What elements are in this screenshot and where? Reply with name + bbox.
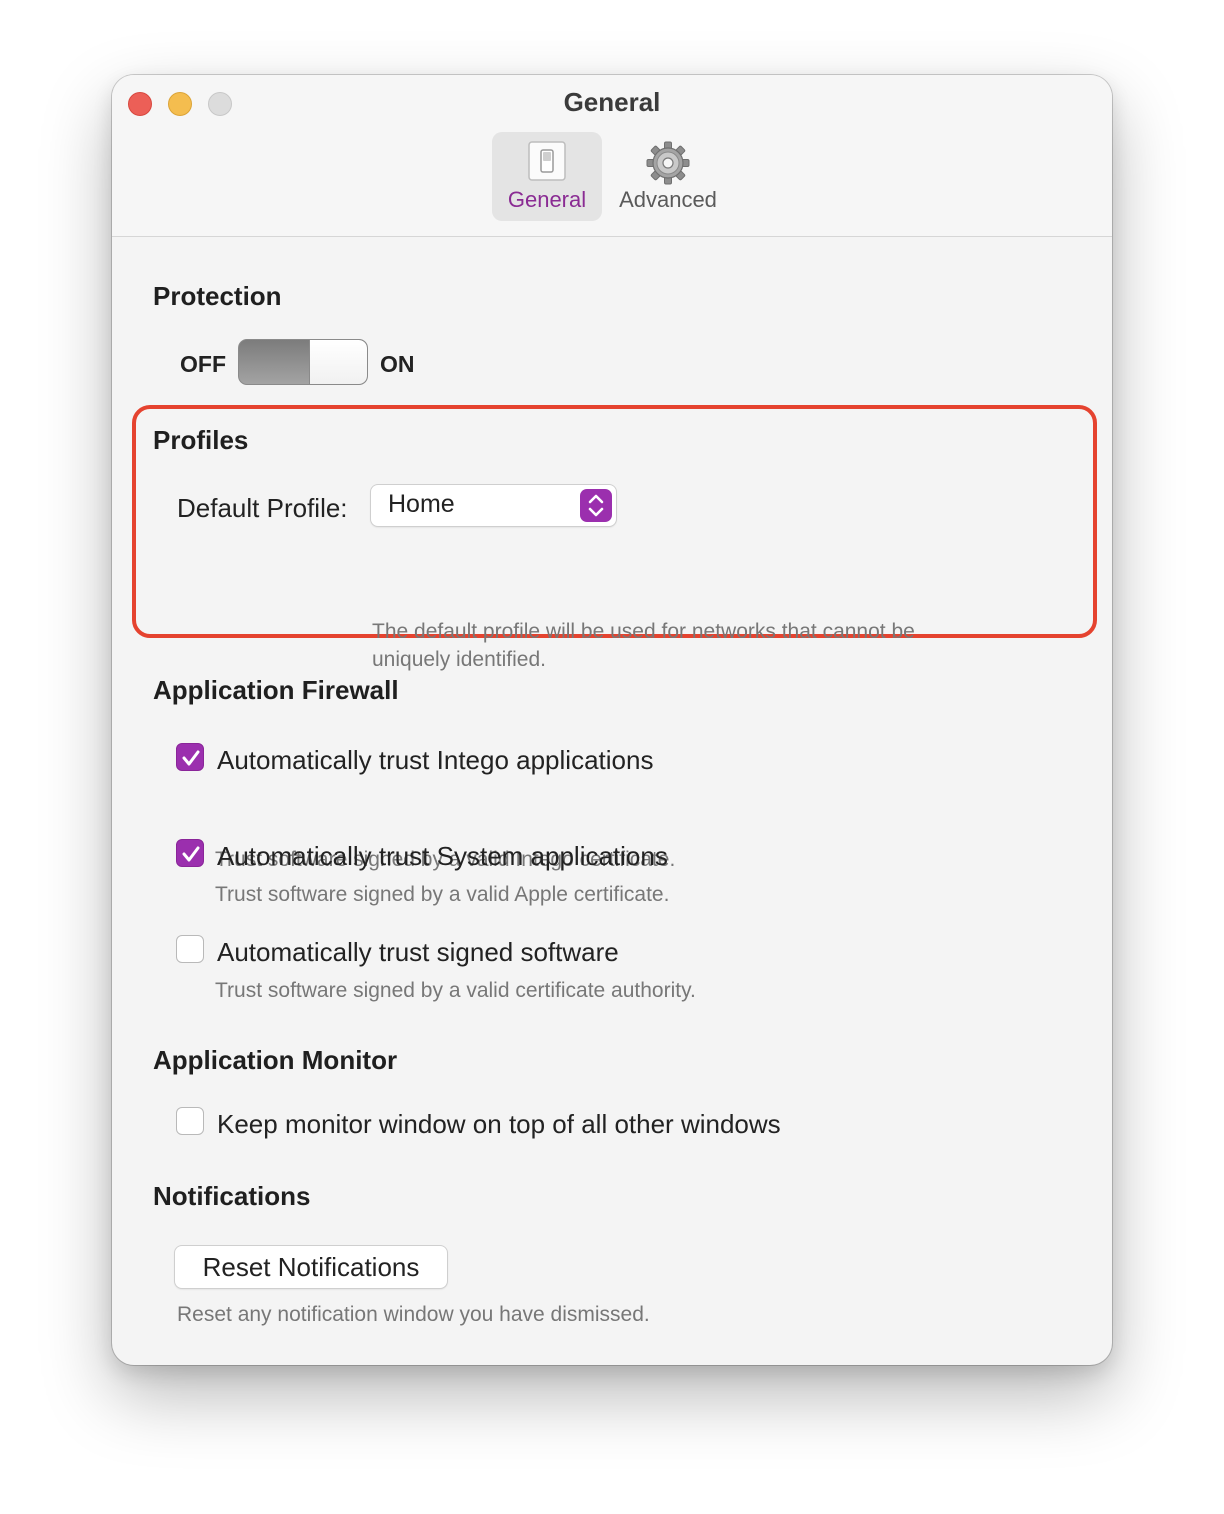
monitor-heading: Application Monitor xyxy=(153,1045,398,1075)
reset-notifications-button[interactable]: Reset Notifications xyxy=(175,1246,447,1288)
protection-heading: Protection xyxy=(153,281,282,311)
default-profile-select[interactable]: Home xyxy=(371,485,616,526)
tab-advanced[interactable]: Advanced xyxy=(612,132,724,221)
tab-general-label: General xyxy=(507,187,587,212)
tab-advanced-label: Advanced xyxy=(619,187,717,212)
gear-icon xyxy=(645,140,691,191)
switch-knob xyxy=(309,340,367,384)
monitor-on-top-checkbox[interactable] xyxy=(176,1107,204,1135)
checkmark-icon xyxy=(182,846,200,862)
window-title: General xyxy=(563,87,661,117)
trust-signed-checkbox[interactable] xyxy=(176,935,204,963)
tab-general[interactable]: General xyxy=(492,132,602,221)
switch-on-label: ON xyxy=(380,351,415,377)
preferences-window: General General Advanced Protection OFF … xyxy=(112,75,1112,1365)
trust-system-checkbox[interactable] xyxy=(176,839,204,867)
trust-system-label[interactable]: Automatically trust System applications xyxy=(217,841,668,872)
title-bar: General General Advanced xyxy=(112,75,1112,237)
default-profile-label: Default Profile: xyxy=(177,493,348,523)
monitor-on-top-label[interactable]: Keep monitor window on top of all other … xyxy=(217,1109,781,1140)
trust-signed-description: Trust software signed by a valid certifi… xyxy=(215,979,696,1002)
notifications-description: Reset any notification window you have d… xyxy=(177,1303,650,1326)
trust-intego-label[interactable]: Automatically trust Intego applications xyxy=(217,745,653,776)
profiles-description-line2: uniquely identified. xyxy=(372,648,546,671)
default-profile-value: Home xyxy=(388,490,455,518)
notifications-heading: Notifications xyxy=(153,1181,311,1211)
chevron-updown-icon xyxy=(580,489,612,522)
checkmark-icon xyxy=(182,750,200,766)
trust-signed-label[interactable]: Automatically trust signed software xyxy=(217,937,619,968)
switch-icon xyxy=(527,140,567,187)
trust-system-description: Trust software signed by a valid Apple c… xyxy=(215,883,670,906)
protection-switch[interactable] xyxy=(238,339,368,385)
profiles-heading: Profiles xyxy=(153,425,249,455)
trust-intego-checkbox[interactable] xyxy=(176,743,204,771)
firewall-heading: Application Firewall xyxy=(153,675,399,705)
switch-off-label: OFF xyxy=(180,351,226,377)
profiles-description-line1: The default profile will be used for net… xyxy=(372,620,915,643)
